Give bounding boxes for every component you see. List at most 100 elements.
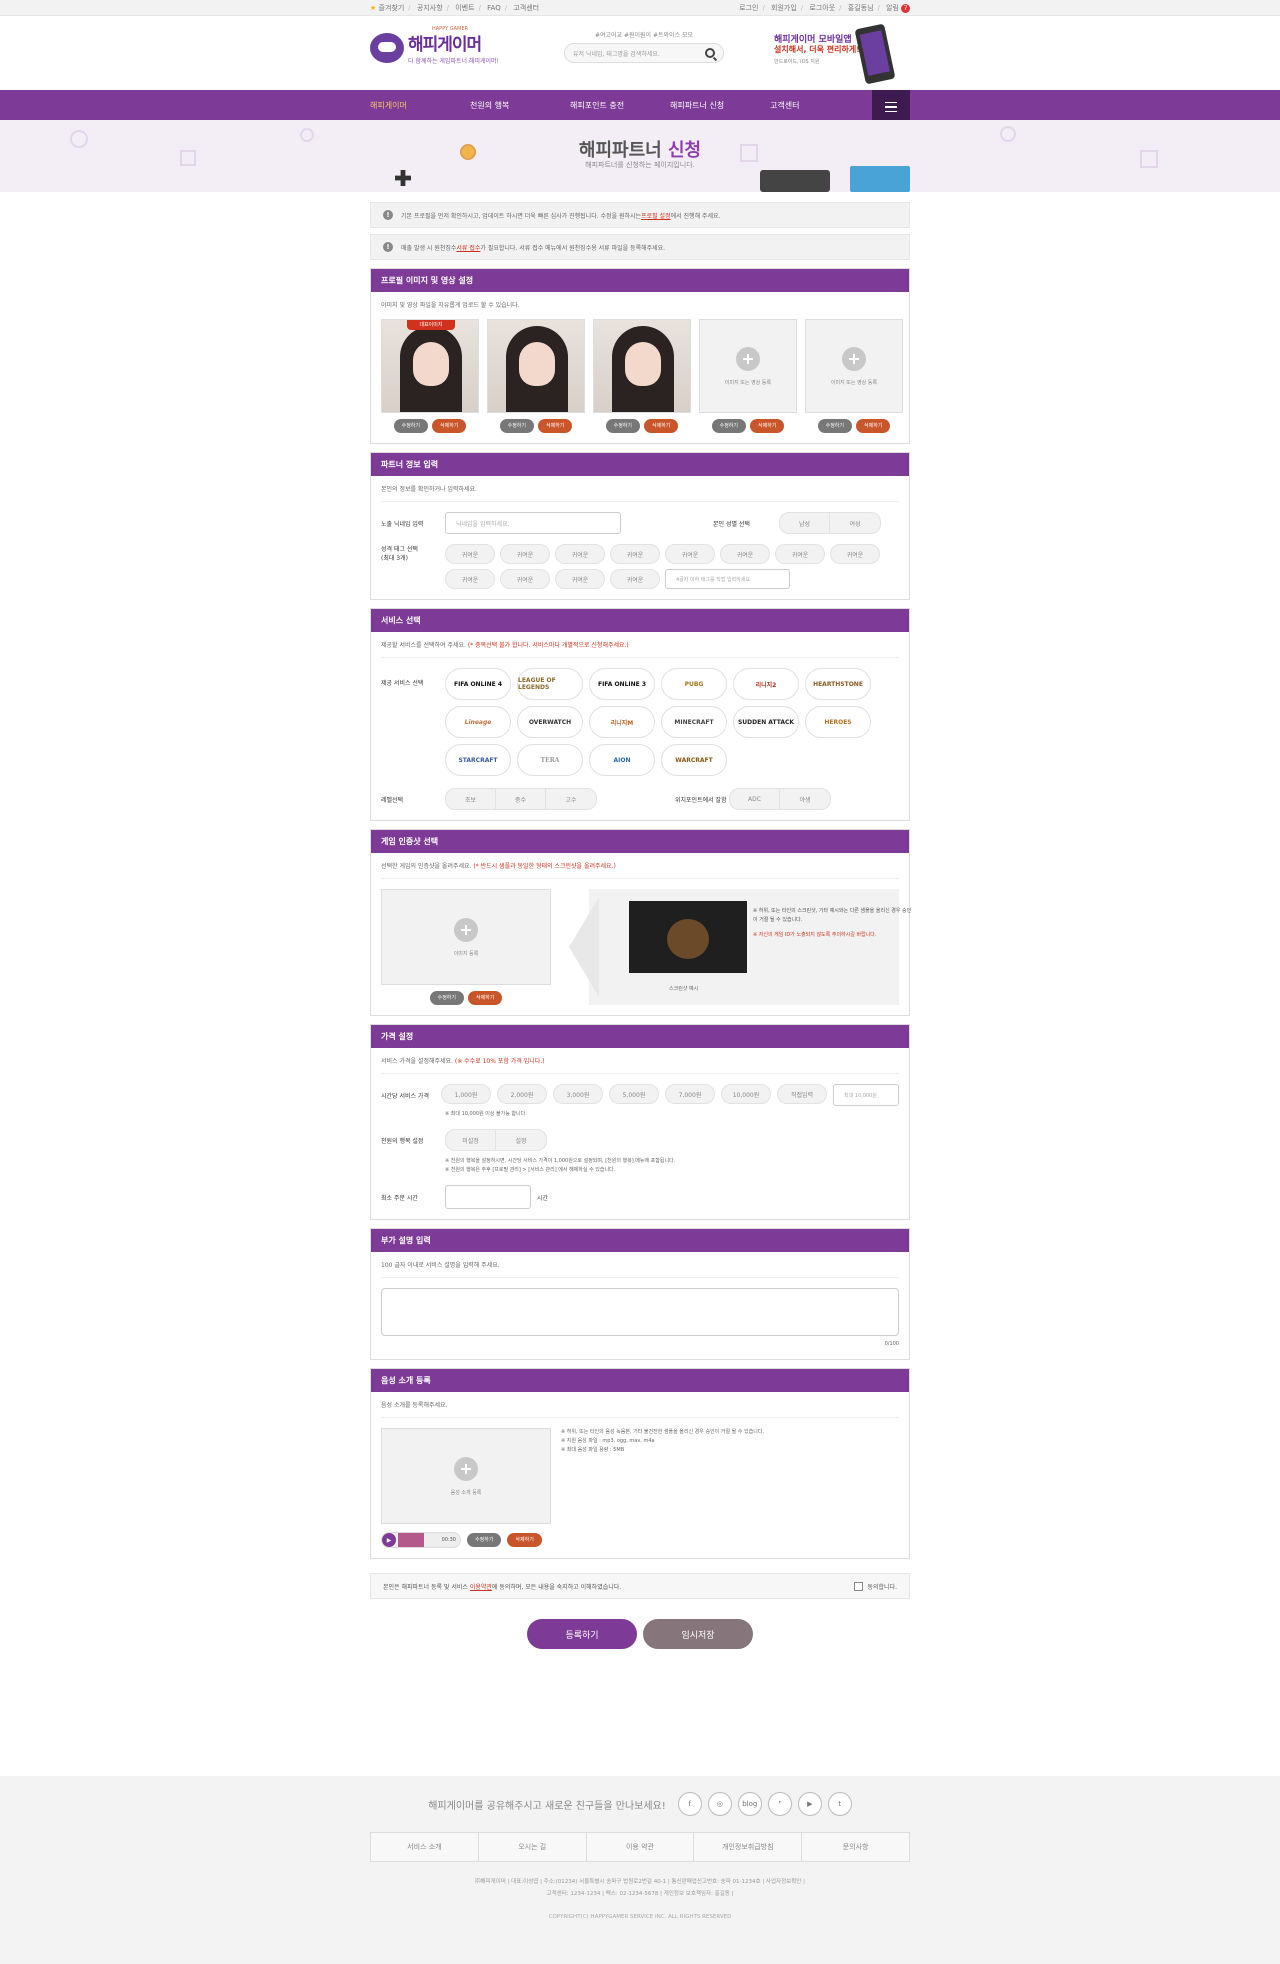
nickname-input[interactable]: 닉네임을 입력하세요. (445, 512, 621, 534)
level-beginner[interactable]: 초보 (446, 789, 496, 809)
level-intermediate[interactable]: 중수 (496, 789, 546, 809)
signup-link[interactable]: 회원가입 (771, 4, 797, 12)
custom-price-input[interactable]: 최대 10,000원 (833, 1084, 899, 1106)
twitter-icon[interactable]: t (827, 1792, 852, 1816)
profile-photo[interactable] (487, 319, 585, 413)
position-jungle[interactable]: 야생 (780, 789, 830, 809)
upload-area[interactable]: 이미지 또는 영상 등록 (805, 319, 903, 413)
upload-area[interactable]: 이미지 또는 영상 등록 (699, 319, 797, 413)
min-order-input[interactable] (445, 1185, 531, 1209)
gender-female[interactable]: 여성 (830, 513, 880, 533)
nav-thousand-won[interactable]: 천원의 행복 (470, 100, 570, 111)
tag-pill[interactable]: 귀여운 (610, 569, 660, 589)
game-overwatch[interactable]: OVERWATCH (517, 706, 583, 738)
footer-link-about[interactable]: 서비스 소개 (371, 1833, 479, 1861)
game-lol[interactable]: LEAGUE OF LEGENDS (517, 668, 583, 700)
nav-point-charge[interactable]: 해피포인트 충전 (570, 100, 670, 111)
game-minecraft[interactable]: MINECRAFT (661, 706, 727, 738)
description-textarea[interactable] (381, 1288, 899, 1336)
support-link[interactable]: 고객센터 (513, 4, 539, 12)
tag-pill[interactable]: 귀여운 (610, 544, 660, 564)
edit-button[interactable]: 수정하기 (817, 419, 852, 433)
tag-pill[interactable]: 귀여운 (445, 544, 495, 564)
terms-link[interactable]: 이용약관 (470, 1584, 492, 1591)
tag-pill[interactable]: 귀여운 (775, 544, 825, 564)
price-option[interactable]: 2,000원 (497, 1084, 547, 1104)
profile-photo[interactable]: 대표이미지 (381, 319, 479, 413)
edit-button[interactable]: 수정하기 (393, 419, 428, 433)
footer-link-contact[interactable]: 문의사항 (802, 1833, 909, 1861)
profile-settings-link[interactable]: 프로필 설정 (641, 211, 671, 220)
price-option-custom[interactable]: 직접입력 (777, 1084, 827, 1104)
game-suddenattack[interactable]: SUDDEN ATTACK (733, 706, 799, 738)
nav-partner-apply[interactable]: 해피파트너 신청 (670, 100, 770, 111)
user-name-link[interactable]: 홍길동님 (848, 4, 874, 12)
event-link[interactable]: 이벤트 (455, 4, 474, 12)
login-link[interactable]: 로그인 (739, 4, 758, 12)
play-icon[interactable]: ▶ (382, 1533, 396, 1547)
site-logo[interactable]: HAPPY GAMER 해피게이머 다 함께하는 게임파트너 해피게이머! (370, 26, 499, 65)
alert-link[interactable]: 알림 (886, 4, 899, 12)
blog-icon[interactable]: blog (737, 1792, 762, 1816)
temp-save-button[interactable]: 임시저장 (643, 1619, 753, 1649)
price-option[interactable]: 5,000원 (609, 1084, 659, 1104)
mobile-app-promo[interactable]: 해피게이머 모바일앱 설치해서, 더욱 편리하게! 안드로이드, iOS 지원 (770, 23, 910, 88)
game-starcraft[interactable]: STARCRAFT (445, 744, 511, 776)
delete-button[interactable]: 삭제하기 (538, 419, 573, 433)
footer-link-terms[interactable]: 이용 약관 (587, 1833, 695, 1861)
edit-button[interactable]: 수정하기 (429, 991, 464, 1005)
delete-button[interactable]: 삭제하기 (856, 419, 891, 433)
agree-checkbox[interactable]: 동의합니다. (854, 1581, 897, 1591)
cert-upload-area[interactable]: 이미지 등록 (381, 889, 551, 985)
tag-pill[interactable]: 귀여운 (555, 569, 605, 589)
edit-button[interactable]: 수정하기 (711, 419, 746, 433)
game-pubg[interactable]: PUBG (661, 668, 727, 700)
checkbox-icon[interactable] (854, 1581, 864, 1591)
edit-button[interactable]: 수정하기 (499, 419, 534, 433)
tag-pill[interactable]: 귀여운 (830, 544, 880, 564)
voice-upload-area[interactable]: 음성 소개 등록 (381, 1428, 551, 1524)
search-icon[interactable] (705, 48, 715, 58)
submit-button[interactable]: 등록하기 (527, 1619, 637, 1649)
game-lineage[interactable]: Lineage (445, 706, 511, 738)
edit-button[interactable]: 수정하기 (467, 1533, 502, 1547)
audio-player[interactable]: ▶ 00:30 (381, 1532, 461, 1548)
search-input[interactable]: 유저 닉네임, 태그명을 검색하세요. (564, 43, 724, 63)
game-fifa3[interactable]: FIFA ONLINE 3 (589, 668, 655, 700)
nav-happygamer[interactable]: 해피게이머 (370, 100, 470, 111)
delete-button[interactable]: 삭제하기 (468, 991, 503, 1005)
game-warcraft[interactable]: WARCRAFT (661, 744, 727, 776)
notice-link[interactable]: 공지사항 (417, 4, 443, 12)
price-option[interactable]: 10,000원 (721, 1084, 771, 1104)
story-icon[interactable]: ❜ (767, 1792, 792, 1816)
level-expert[interactable]: 고수 (546, 789, 596, 809)
progress-bar[interactable] (398, 1533, 424, 1547)
position-adc[interactable]: ADC (730, 789, 780, 809)
menu-icon[interactable] (872, 90, 910, 124)
happy-on[interactable]: 설정 (496, 1130, 546, 1150)
nav-support[interactable]: 고객센터 (770, 100, 870, 111)
game-lineagem[interactable]: 리니지M (589, 706, 655, 738)
price-option[interactable]: 3,000원 (553, 1084, 603, 1104)
tag-pill[interactable]: 귀여운 (555, 544, 605, 564)
gender-male[interactable]: 남성 (780, 513, 830, 533)
delete-button[interactable]: 삭제하기 (432, 419, 467, 433)
tag-pill[interactable]: 귀여운 (500, 569, 550, 589)
tag-pill[interactable]: 귀여운 (445, 569, 495, 589)
footer-link-privacy[interactable]: 개인정보취급방침 (694, 1833, 803, 1861)
happy-off[interactable]: 미설정 (446, 1130, 496, 1150)
price-option[interactable]: 1,000원 (441, 1084, 491, 1104)
profile-photo[interactable] (593, 319, 691, 413)
game-tera[interactable]: TERA (517, 744, 583, 776)
game-hearthstone[interactable]: HEARTHSTONE (805, 668, 871, 700)
youtube-icon[interactable]: ▶ (797, 1792, 822, 1816)
game-lineage2[interactable]: 리니지2 (733, 668, 799, 700)
faq-link[interactable]: FAQ (487, 4, 501, 12)
tag-pill[interactable]: 귀여운 (720, 544, 770, 564)
tag-pill[interactable]: 귀여운 (665, 544, 715, 564)
delete-button[interactable]: 삭제하기 (644, 419, 679, 433)
document-submit-link[interactable]: 서류 접수 (456, 243, 480, 252)
delete-button[interactable]: 삭제하기 (507, 1533, 542, 1547)
edit-button[interactable]: 수정하기 (605, 419, 640, 433)
game-fifa4[interactable]: FIFA ONLINE 4 (445, 668, 511, 700)
